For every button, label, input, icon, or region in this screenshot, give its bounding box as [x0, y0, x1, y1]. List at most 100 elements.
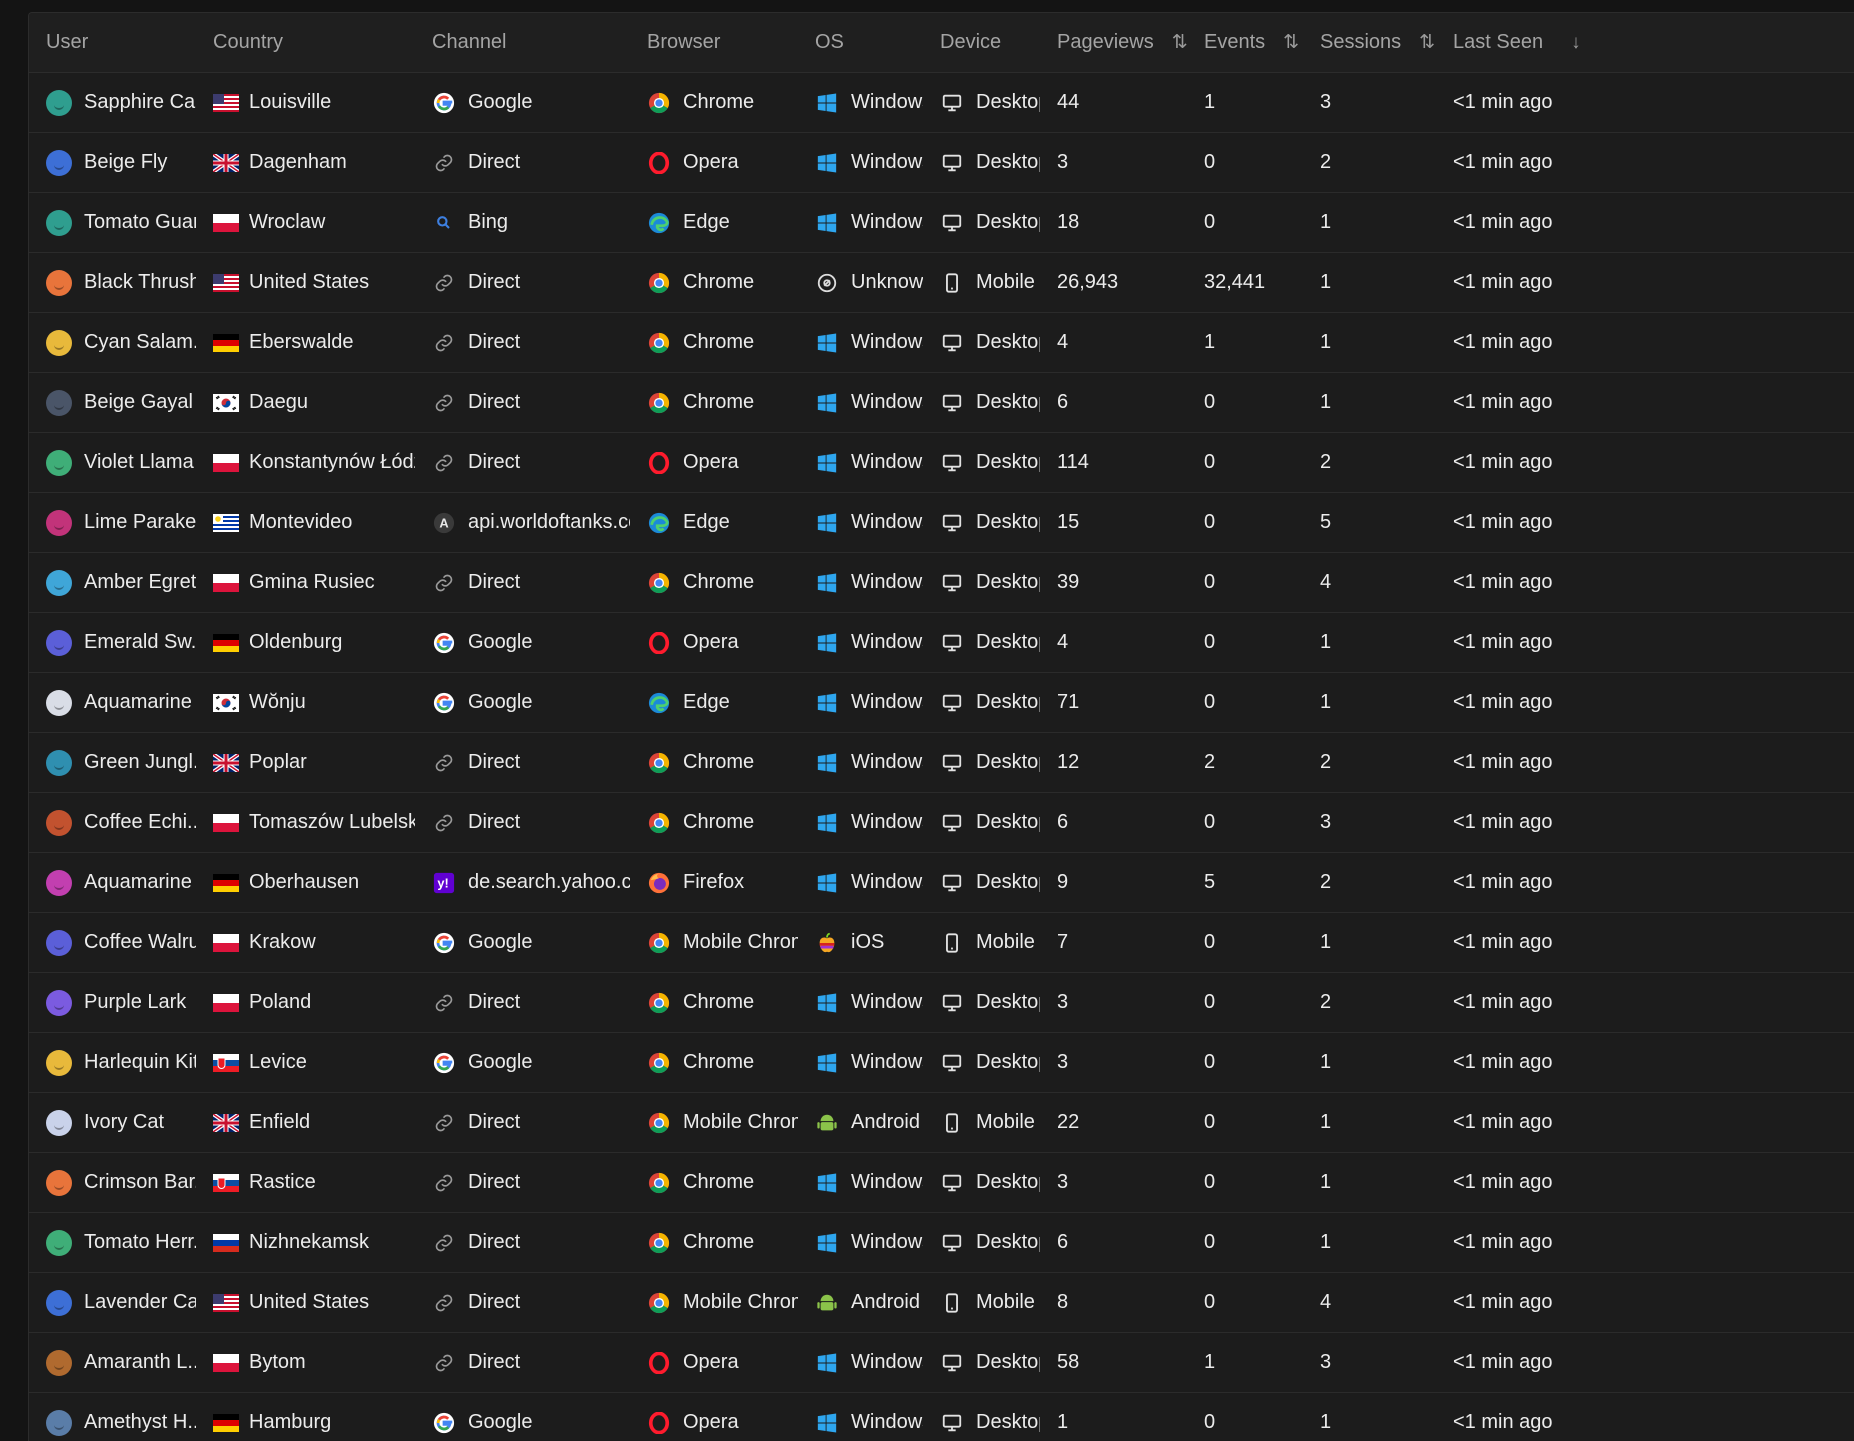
sessions-cell: 2	[1303, 973, 1436, 1033]
windows-icon	[815, 451, 839, 475]
sk-flag-icon	[213, 1174, 249, 1192]
country-name: Bytom	[249, 1351, 306, 1374]
sessions-value: 1	[1320, 391, 1331, 414]
browser-cell: Opera	[630, 1333, 798, 1393]
table-row[interactable]: Lavender Ca...United StatesDirectMobile …	[29, 1273, 1854, 1333]
os-cell-label: Windows	[851, 571, 923, 594]
avatar	[46, 810, 72, 836]
browser-cell: Chrome	[630, 1033, 798, 1093]
user-cell[interactable]: Tomato Herr...	[29, 1213, 196, 1273]
table-row[interactable]: Aquamarine ...Oberhauseny!de.search.yaho…	[29, 853, 1854, 913]
user-cell[interactable]: Amethyst H...	[29, 1393, 196, 1441]
table-row[interactable]: Tomato Herr...NizhnekamskDirectChromeWin…	[29, 1213, 1854, 1273]
table-row[interactable]: Sapphire Ca...LouisvilleGoogleChromeWind…	[29, 73, 1854, 133]
events-cell: 1	[1187, 73, 1303, 133]
column-header-browser[interactable]: Browser	[630, 13, 798, 73]
sort-both-icon[interactable]: ⇅	[1172, 31, 1188, 54]
os-cell: Windows	[798, 373, 923, 433]
table-row[interactable]: Coffee Echi...Tomaszów LubelskiDirectChr…	[29, 793, 1854, 853]
os-cell: Windows	[798, 1213, 923, 1273]
chrome-icon	[647, 331, 671, 355]
user-cell[interactable]: Purple Lark	[29, 973, 196, 1033]
column-header-pageviews[interactable]: Pageviews⇅	[1040, 13, 1187, 73]
device-cell-label: Desktop	[976, 91, 1040, 114]
windows-icon	[815, 1051, 839, 1075]
column-header-last-seen[interactable]: Last Seen↓	[1436, 13, 1854, 73]
table-row[interactable]: Violet LlamaKonstantynów ŁódzkiDirectOpe…	[29, 433, 1854, 493]
table-row[interactable]: Lime ParakeetMontevideoAapi.worldoftanks…	[29, 493, 1854, 553]
column-header-events[interactable]: Events⇅	[1187, 13, 1303, 73]
users-table: User Country Channel Browser OS Device P…	[29, 13, 1854, 1441]
table-row[interactable]: Amaranth L...BytomDirectOperaWindowsDesk…	[29, 1333, 1854, 1393]
user-cell[interactable]: Ivory Cat	[29, 1093, 196, 1153]
table-row[interactable]: Amber EgretGmina RusiecDirectChromeWindo…	[29, 553, 1854, 613]
country-cell: Louisville	[196, 73, 415, 133]
table-row[interactable]: Green Jungl...PoplarDirectChromeWindowsD…	[29, 733, 1854, 793]
mobile-icon	[940, 931, 964, 955]
sort-both-icon[interactable]: ⇅	[1419, 31, 1435, 54]
user-cell[interactable]: Aquamarine ...	[29, 673, 196, 733]
os-cell-label: Windows	[851, 511, 923, 534]
edge-icon	[647, 211, 671, 235]
column-header-sessions[interactable]: Sessions⇅	[1303, 13, 1436, 73]
table-row[interactable]: Coffee WalrusKrakowGoogleMobile ChromeiO…	[29, 913, 1854, 973]
user-name: Ivory Cat	[84, 1111, 164, 1134]
user-cell[interactable]: Violet Llama	[29, 433, 196, 493]
user-cell[interactable]: Black Thrush	[29, 253, 196, 313]
channel-cell-label: Direct	[468, 391, 520, 414]
user-cell[interactable]: Harlequin Kite	[29, 1033, 196, 1093]
user-cell[interactable]: Crimson Bar...	[29, 1153, 196, 1213]
table-row[interactable]: Beige GayalDaeguDirectChromeWindowsDeskt…	[29, 373, 1854, 433]
os-cell: Windows	[798, 973, 923, 1033]
user-cell[interactable]: Beige Fly	[29, 133, 196, 193]
column-header-user[interactable]: User	[29, 13, 196, 73]
sessions-cell: 1	[1303, 193, 1436, 253]
avatar	[46, 210, 72, 236]
channel-cell: Direct	[415, 313, 630, 373]
table-row[interactable]: Harlequin KiteLeviceGoogleChromeWindowsD…	[29, 1033, 1854, 1093]
desktop-icon	[940, 691, 964, 715]
user-cell[interactable]: Coffee Echi...	[29, 793, 196, 853]
chrome-icon	[647, 1111, 671, 1135]
user-cell[interactable]: Aquamarine ...	[29, 853, 196, 913]
user-cell[interactable]: Lime Parakeet	[29, 493, 196, 553]
pl-flag-icon	[213, 814, 249, 832]
user-cell[interactable]: Lavender Ca...	[29, 1273, 196, 1333]
table-row[interactable]: Emerald Sw...OldenburgGoogleOperaWindows…	[29, 613, 1854, 673]
user-cell[interactable]: Cyan Salam...	[29, 313, 196, 373]
user-cell[interactable]: Amber Egret	[29, 553, 196, 613]
sessions-value: 1	[1320, 1231, 1331, 1254]
table-row[interactable]: Ivory CatEnfieldDirectMobile ChromeAndro…	[29, 1093, 1854, 1153]
events-cell: 0	[1187, 133, 1303, 193]
table-row[interactable]: Beige FlyDagenhamDirectOperaWindowsDeskt…	[29, 133, 1854, 193]
device-cell: Mobile	[923, 253, 1040, 313]
windows-icon	[815, 631, 839, 655]
column-header-channel[interactable]: Channel	[415, 13, 630, 73]
windows-icon	[815, 1171, 839, 1195]
column-header-country[interactable]: Country	[196, 13, 415, 73]
table-row[interactable]: Aquamarine ...WŏnjuGoogleEdgeWindowsDesk…	[29, 673, 1854, 733]
user-cell[interactable]: Amaranth L...	[29, 1333, 196, 1393]
user-cell[interactable]: Tomato Guan	[29, 193, 196, 253]
user-cell[interactable]: Coffee Walrus	[29, 913, 196, 973]
sessions-cell: 5	[1303, 493, 1436, 553]
column-header-device[interactable]: Device	[923, 13, 1040, 73]
user-cell[interactable]: Sapphire Ca...	[29, 73, 196, 133]
windows-icon	[815, 1351, 839, 1375]
channel-cell-label: Direct	[468, 1231, 520, 1254]
table-row[interactable]: Cyan Salam...EberswaldeDirectChromeWindo…	[29, 313, 1854, 373]
table-row[interactable]: Tomato GuanWroclawBingEdgeWindowsDesktop…	[29, 193, 1854, 253]
channel-cell: Bing	[415, 193, 630, 253]
column-header-os[interactable]: OS	[798, 13, 923, 73]
sessions-value: 2	[1320, 451, 1331, 474]
sort-both-icon[interactable]: ⇅	[1283, 31, 1299, 54]
sort-desc-icon[interactable]: ↓	[1571, 32, 1581, 54]
table-row[interactable]: Amethyst H...HamburgGoogleOperaWindowsDe…	[29, 1393, 1854, 1441]
user-cell[interactable]: Emerald Sw...	[29, 613, 196, 673]
device-cell: Desktop	[923, 73, 1040, 133]
table-row[interactable]: Black ThrushUnited StatesDirectChromeUnk…	[29, 253, 1854, 313]
user-cell[interactable]: Beige Gayal	[29, 373, 196, 433]
table-row[interactable]: Crimson Bar...RasticeDirectChromeWindows…	[29, 1153, 1854, 1213]
table-row[interactable]: Purple LarkPolandDirectChromeWindowsDesk…	[29, 973, 1854, 1033]
user-cell[interactable]: Green Jungl...	[29, 733, 196, 793]
